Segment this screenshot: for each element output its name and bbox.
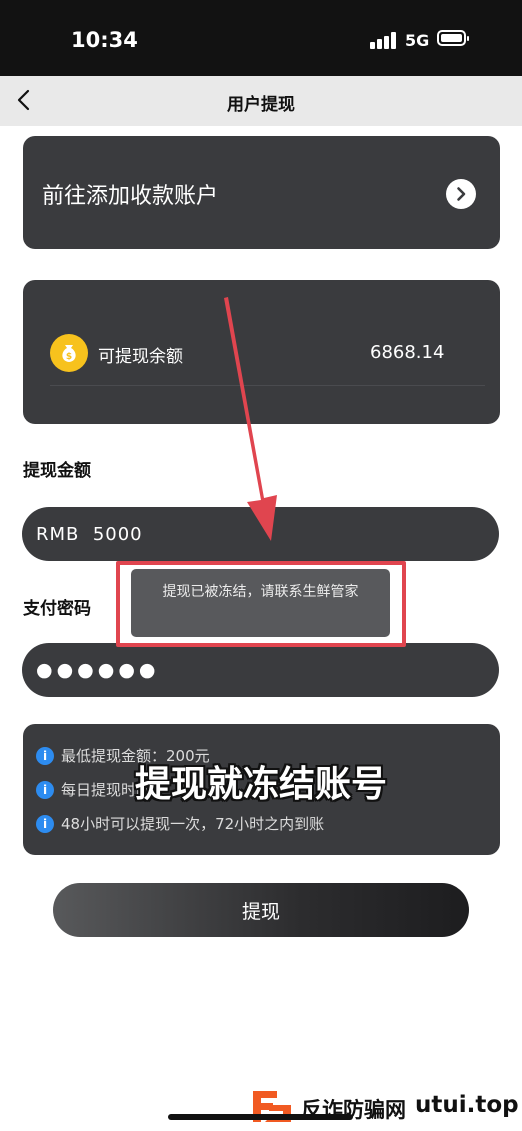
svg-text:$: $ bbox=[66, 352, 72, 362]
info-text: 最低提现金额：200元 bbox=[61, 747, 210, 765]
balance-label: 可提现余额 bbox=[98, 347, 183, 367]
info-text: 48小时可以提现一次，72小时之内到账 bbox=[61, 815, 325, 833]
info-row: i 48小时可以提现一次，72小时之内到账 bbox=[36, 813, 324, 835]
page-title: 用户提现 bbox=[227, 95, 295, 115]
info-icon: i bbox=[36, 746, 54, 765]
info-icon: i bbox=[36, 780, 54, 799]
info-text: 每日提现时间 bbox=[61, 781, 152, 799]
signal-icon bbox=[370, 31, 398, 49]
info-row: i 每日提现时间 bbox=[36, 779, 151, 801]
amount-input[interactable] bbox=[22, 507, 499, 561]
password-label: 支付密码 bbox=[23, 599, 91, 619]
info-icon: i bbox=[36, 814, 54, 833]
password-input[interactable] bbox=[22, 643, 499, 697]
battery-icon bbox=[437, 30, 469, 46]
info-row: i 最低提现金额：200元 bbox=[36, 745, 210, 767]
moneybag-icon: $ bbox=[50, 334, 88, 372]
add-account-label: 前往添加收款账户 bbox=[42, 184, 219, 209]
watermark-site: utui.top bbox=[415, 1092, 519, 1118]
home-indicator bbox=[168, 1114, 353, 1120]
chevron-right-icon bbox=[446, 179, 476, 209]
add-account-card[interactable]: 前往添加收款账户 bbox=[23, 136, 500, 249]
nav-bar: 用户提现 bbox=[0, 76, 522, 126]
status-bar: 10:34 5G bbox=[0, 0, 522, 76]
network-type: 5G bbox=[405, 31, 430, 50]
amount-label: 提现金额 bbox=[23, 461, 91, 481]
brand-logo bbox=[253, 1091, 291, 1122]
highlight-frame bbox=[116, 561, 406, 647]
divider bbox=[50, 385, 485, 386]
balance-card: $ 可提现余额 6868.14 bbox=[23, 280, 500, 424]
info-card: i 最低提现金额：200元 i 每日提现时间 i 48小时可以提现一次，72小时之内到… bbox=[23, 724, 500, 855]
balance-value: 6868.14 bbox=[370, 342, 445, 363]
status-time: 10:34 bbox=[71, 28, 138, 52]
withdraw-button[interactable]: 提现 bbox=[53, 883, 469, 937]
